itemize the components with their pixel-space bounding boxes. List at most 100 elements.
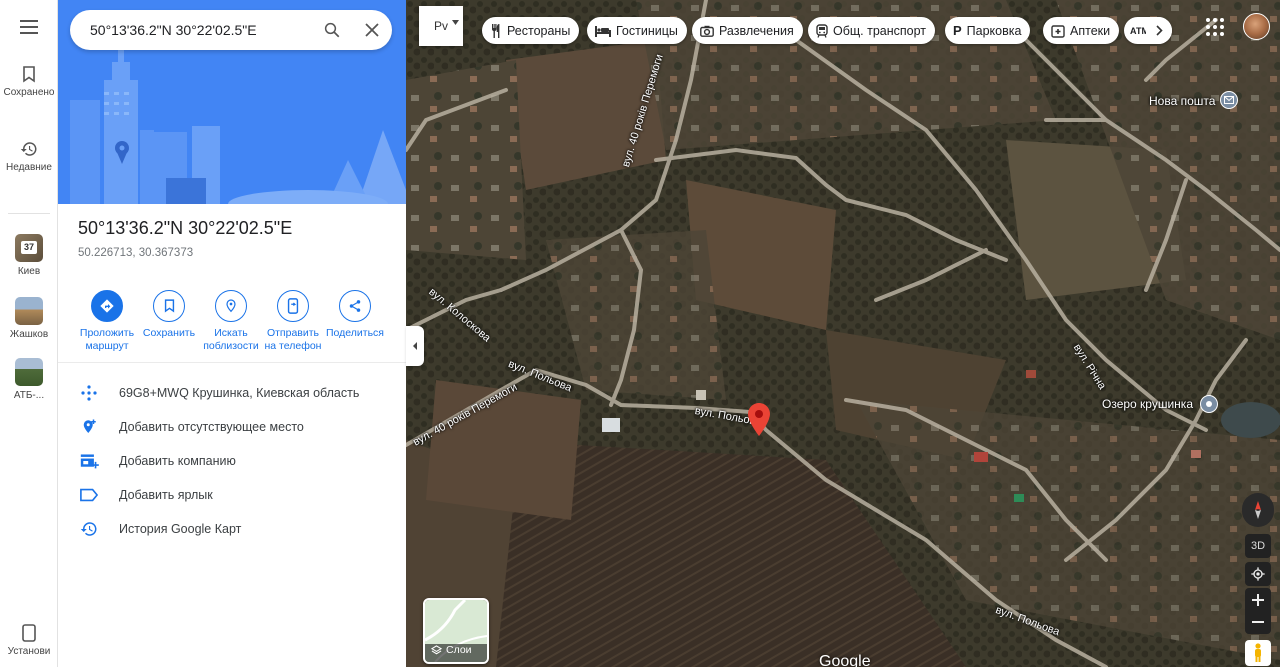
share-circle xyxy=(339,290,371,322)
layer-dropdown[interactable]: Рv xyxy=(419,6,463,46)
chip-label: Гостиницы xyxy=(616,23,678,38)
nova-poshta-label[interactable]: Нова пошта xyxy=(1149,94,1215,108)
chevron-left-icon xyxy=(413,342,417,350)
my-location-button[interactable] xyxy=(1245,562,1271,586)
apps-dot-icon xyxy=(1206,18,1210,22)
plus-code-text: 69G8+MWQ Крушинка, Киевская область xyxy=(119,386,360,400)
pharmacy-icon xyxy=(1051,24,1065,38)
kiev-badge: 37 xyxy=(21,241,37,254)
zoom-in-button[interactable] xyxy=(1252,589,1264,611)
send-to-phone-button[interactable]: Отправить на телефон xyxy=(262,290,324,353)
kiev-thumbnail: 37 xyxy=(15,234,43,262)
plus-code-row[interactable]: 69G8+MWQ Крушинка, Киевская область xyxy=(78,379,359,407)
menu-icon xyxy=(20,20,38,34)
clear-search-button[interactable] xyxy=(352,10,392,50)
atb-thumbnail xyxy=(15,358,43,386)
chip-transit[interactable]: Общ. транспорт xyxy=(808,17,936,44)
saved-button[interactable]: Сохранено xyxy=(0,66,58,99)
add-business-icon xyxy=(78,450,100,472)
chip-hotels[interactable]: Гостиницы xyxy=(587,17,687,44)
history-item-kiev[interactable]: 37 Киев xyxy=(0,234,58,278)
chip-parking[interactable]: P Парковка xyxy=(945,17,1031,44)
plus-icon xyxy=(1252,594,1264,606)
my-location-icon xyxy=(1251,567,1265,581)
post-office-icon[interactable] xyxy=(1220,91,1238,109)
add-place-icon xyxy=(78,416,100,438)
avatar[interactable] xyxy=(1243,13,1270,40)
chip-entertainment[interactable]: Развлечения xyxy=(692,17,803,44)
history-item-atb[interactable]: АТБ-... xyxy=(0,358,58,402)
add-label-row[interactable]: Добавить ярлык xyxy=(78,481,213,509)
minus-icon xyxy=(1252,621,1264,623)
directions-button[interactable]: Проложить маршрут xyxy=(76,290,138,353)
history-icon xyxy=(78,518,100,540)
ozero-label[interactable]: Озеро крушинка xyxy=(1102,397,1193,411)
save-button[interactable]: Сохранить xyxy=(138,290,200,353)
chip-restaurants[interactable]: Рестораны xyxy=(482,17,580,44)
maps-history-row[interactable]: История Google Карт xyxy=(78,515,241,543)
zoom-out-button[interactable] xyxy=(1252,611,1264,633)
apps-dot-icon xyxy=(1213,18,1217,22)
zhashkov-thumbnail xyxy=(15,297,43,325)
share-icon xyxy=(349,300,361,312)
search-input[interactable] xyxy=(70,22,312,38)
history-item-label: АТБ-... xyxy=(13,390,45,401)
collapse-panel-button[interactable] xyxy=(406,326,424,366)
search-button[interactable] xyxy=(312,10,352,50)
zoom-control xyxy=(1245,588,1271,634)
search-icon xyxy=(324,22,340,38)
add-place-row[interactable]: Добавить отсутствующее место xyxy=(78,413,304,441)
apps-dot-icon xyxy=(1213,32,1217,36)
nearby-button[interactable]: Искать поблизости xyxy=(200,290,262,353)
compass-icon xyxy=(1255,501,1261,519)
chip-label: Общ. транспорт xyxy=(833,23,927,38)
chips-scroll-right-button[interactable] xyxy=(1146,17,1172,44)
place-coordinates: 50.226713, 30.367373 xyxy=(78,247,194,259)
panel-divider xyxy=(58,362,406,363)
pegman-icon xyxy=(1255,643,1261,662)
action-label: Сохранить xyxy=(142,327,196,339)
recent-button[interactable]: Недавние xyxy=(0,140,58,174)
chip-label: Парковка xyxy=(966,23,1022,38)
add-place-text: Добавить отсутствующее место xyxy=(119,420,304,434)
action-label: Поделиться xyxy=(326,327,384,339)
restaurant-icon xyxy=(490,23,502,38)
layers-label-row: Слои xyxy=(431,644,472,656)
google-apps-button[interactable] xyxy=(1203,15,1227,39)
layers-toggle[interactable]: Слои xyxy=(423,598,489,664)
chip-label: Аптеки xyxy=(1070,23,1111,38)
search-box xyxy=(70,10,392,50)
lake-poi-icon[interactable] xyxy=(1200,395,1218,413)
bookmark-icon xyxy=(23,66,35,83)
add-business-row[interactable]: Добавить компанию xyxy=(78,447,236,475)
apps-dot-icon xyxy=(1220,32,1224,36)
3d-button[interactable]: 3D xyxy=(1245,534,1271,558)
satellite-map[interactable]: вул. 40 років Перемоги вул. 40 років Пер… xyxy=(406,0,1280,667)
place-actions: Проложить маршрут Сохранить Искать побли… xyxy=(76,290,392,353)
history-item-label: Киев xyxy=(17,266,41,277)
history-item-zhashkov[interactable]: Жашков xyxy=(0,297,58,341)
layer-dropdown-label: Рv xyxy=(433,19,448,33)
action-label: Проложить маршрут xyxy=(79,327,135,352)
street-view-pegman[interactable] xyxy=(1245,640,1271,666)
compass-button[interactable] xyxy=(1242,493,1274,527)
chip-pharmacy[interactable]: Аптеки xyxy=(1043,17,1120,44)
plus-code-icon xyxy=(78,382,100,404)
parking-icon: P xyxy=(953,23,962,38)
nearby-icon xyxy=(226,299,236,313)
save-circle xyxy=(153,290,185,322)
location-pin-icon[interactable] xyxy=(748,403,770,436)
chevron-down-icon xyxy=(452,20,459,25)
place-title: 50°13'36.2"N 30°22'02.5"E xyxy=(78,218,293,238)
apps-dot-icon xyxy=(1206,25,1210,29)
envelope-icon xyxy=(1224,96,1234,104)
add-business-text: Добавить компанию xyxy=(119,454,236,468)
install-app-button[interactable]: Установи xyxy=(0,624,58,658)
action-label: Отправить на телефон xyxy=(264,327,322,352)
install-label: Установи xyxy=(7,646,51,657)
share-button[interactable]: Поделиться xyxy=(324,290,386,353)
menu-button[interactable] xyxy=(0,20,58,34)
apps-dot-icon xyxy=(1213,25,1217,29)
google-maps-app: Сохранено Недавние 37 Киев Жашков АТБ-..… xyxy=(0,0,1280,667)
maps-history-text: История Google Карт xyxy=(119,522,242,536)
